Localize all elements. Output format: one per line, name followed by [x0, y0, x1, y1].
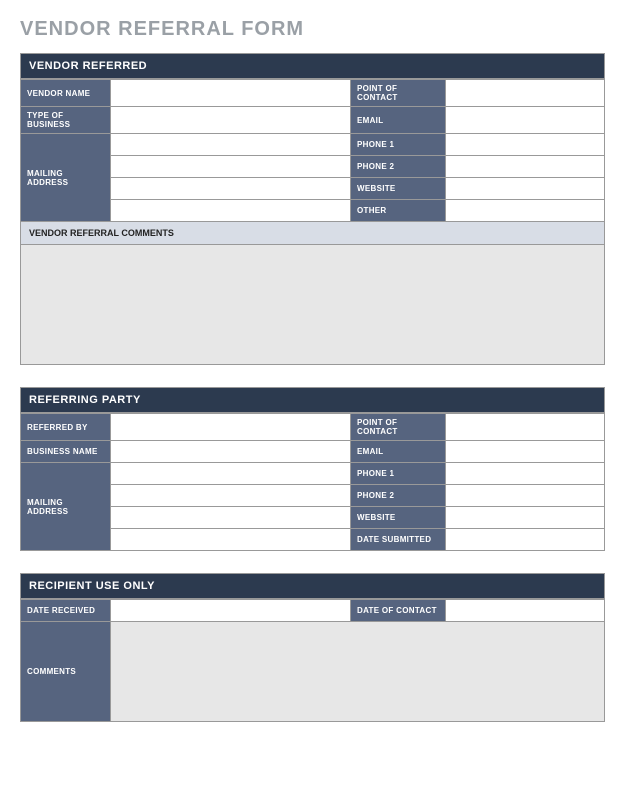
- label-date-received: DATE RECEIVED: [21, 600, 111, 622]
- input-ref-phone1[interactable]: [446, 463, 605, 485]
- section-referring-party: REFERRING PARTY REFERRED BY POINT OF CON…: [20, 387, 605, 551]
- label-website: WEBSITE: [351, 178, 446, 200]
- input-date-received[interactable]: [111, 600, 351, 622]
- input-ref-email[interactable]: [446, 441, 605, 463]
- input-ref-mailing-address-2[interactable]: [111, 485, 351, 507]
- label-other: OTHER: [351, 200, 446, 222]
- input-mailing-address-4[interactable]: [111, 200, 351, 222]
- label-ref-phone2: PHONE 2: [351, 485, 446, 507]
- input-recipient-comments[interactable]: [111, 622, 605, 722]
- input-vendor-name[interactable]: [111, 80, 351, 107]
- input-ref-website[interactable]: [446, 507, 605, 529]
- label-type-of-business: TYPE OF BUSINESS: [21, 107, 111, 134]
- label-ref-phone1: PHONE 1: [351, 463, 446, 485]
- page-title: VENDOR REFERRAL FORM: [20, 18, 605, 41]
- section-header-vendor: VENDOR REFERRED: [20, 53, 605, 79]
- input-ref-mailing-address-3[interactable]: [111, 507, 351, 529]
- label-point-of-contact: POINT OF CONTACT: [351, 80, 446, 107]
- input-referred-by[interactable]: [111, 414, 351, 441]
- label-vendor-name: VENDOR NAME: [21, 80, 111, 107]
- input-ref-mailing-address-1[interactable]: [111, 463, 351, 485]
- input-other[interactable]: [446, 200, 605, 222]
- input-ref-mailing-address-4[interactable]: [111, 529, 351, 551]
- label-ref-website: WEBSITE: [351, 507, 446, 529]
- label-ref-mailing-address: MAILING ADDRESS: [21, 463, 111, 551]
- vendor-comments-header: VENDOR REFERRAL COMMENTS: [20, 222, 605, 245]
- label-date-of-contact: DATE OF CONTACT: [351, 600, 446, 622]
- input-mailing-address-1[interactable]: [111, 134, 351, 156]
- input-point-of-contact[interactable]: [446, 80, 605, 107]
- input-ref-phone2[interactable]: [446, 485, 605, 507]
- label-business-name: BUSINESS NAME: [21, 441, 111, 463]
- section-recipient-use-only: RECIPIENT USE ONLY DATE RECEIVED DATE OF…: [20, 573, 605, 722]
- section-header-referring: REFERRING PARTY: [20, 387, 605, 413]
- vendor-comments-body[interactable]: [20, 245, 605, 365]
- input-website[interactable]: [446, 178, 605, 200]
- input-phone1[interactable]: [446, 134, 605, 156]
- input-mailing-address-2[interactable]: [111, 156, 351, 178]
- label-ref-point-of-contact: POINT OF CONTACT: [351, 414, 446, 441]
- label-recipient-comments: COMMENTS: [21, 622, 111, 722]
- referring-table: REFERRED BY POINT OF CONTACT BUSINESS NA…: [20, 413, 605, 551]
- label-referred-by: REFERRED BY: [21, 414, 111, 441]
- input-date-submitted[interactable]: [446, 529, 605, 551]
- label-phone2: PHONE 2: [351, 156, 446, 178]
- label-email: EMAIL: [351, 107, 446, 134]
- recipient-table: DATE RECEIVED DATE OF CONTACT COMMENTS: [20, 599, 605, 722]
- input-mailing-address-3[interactable]: [111, 178, 351, 200]
- label-phone1: PHONE 1: [351, 134, 446, 156]
- label-date-submitted: DATE SUBMITTED: [351, 529, 446, 551]
- section-header-recipient: RECIPIENT USE ONLY: [20, 573, 605, 599]
- input-date-of-contact[interactable]: [446, 600, 605, 622]
- vendor-table: VENDOR NAME POINT OF CONTACT TYPE OF BUS…: [20, 79, 605, 222]
- label-ref-email: EMAIL: [351, 441, 446, 463]
- section-vendor-referred: VENDOR REFERRED VENDOR NAME POINT OF CON…: [20, 53, 605, 365]
- input-phone2[interactable]: [446, 156, 605, 178]
- label-mailing-address: MAILING ADDRESS: [21, 134, 111, 222]
- input-business-name[interactable]: [111, 441, 351, 463]
- input-ref-point-of-contact[interactable]: [446, 414, 605, 441]
- input-type-of-business[interactable]: [111, 107, 351, 134]
- input-email[interactable]: [446, 107, 605, 134]
